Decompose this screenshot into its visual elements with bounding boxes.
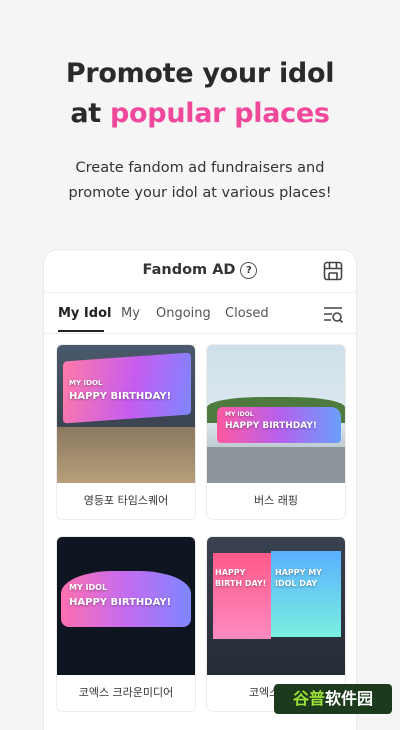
overlay-small-text: HAPPY BIRTH DAY! bbox=[215, 568, 267, 588]
overlay-small-text: MY IDOL bbox=[69, 583, 108, 592]
overlay-big-text: HAPPY BIRTHDAY! bbox=[69, 597, 172, 608]
help-icon[interactable]: ? bbox=[240, 262, 258, 279]
search-filter-icon[interactable] bbox=[322, 304, 344, 324]
overlay-small-text: MY IDOL bbox=[69, 379, 103, 387]
hero-subtitle-line1: Create fandom ad fundraisers and bbox=[75, 160, 325, 176]
overlay-big-text: HAPPY BIRTHDAY! bbox=[225, 421, 317, 431]
hero-subtitle-line2: promote your idol at various places! bbox=[68, 185, 332, 201]
building-floor bbox=[57, 427, 195, 483]
store-icon[interactable] bbox=[322, 260, 344, 282]
watermark-part1: 谷普 bbox=[292, 689, 325, 708]
place-thumbnail: MY IDOL HAPPY BIRTHDAY! bbox=[57, 345, 195, 483]
active-tab-indicator bbox=[58, 330, 104, 332]
hero-subtitle: Create fandom ad fundraisers and promote… bbox=[0, 156, 400, 206]
filter-tabs: My Idol My Ongoing Closed bbox=[44, 293, 356, 334]
card-header: Fandom AD? bbox=[44, 250, 356, 293]
tab-closed[interactable]: Closed bbox=[225, 306, 269, 321]
place-card-yeongdeungpo[interactable]: MY IDOL HAPPY BIRTHDAY! 영등포 타임스퀘어 bbox=[56, 344, 196, 520]
road-shape bbox=[207, 447, 345, 483]
place-card-coex-crown[interactable]: MY IDOL HAPPY BIRTHDAY! 코엑스 크라운미디어 bbox=[56, 536, 196, 712]
place-thumbnail: MY IDOL HAPPY BIRTHDAY! bbox=[57, 537, 195, 675]
hero-title-highlight: popular places bbox=[110, 98, 330, 129]
billboard-screen bbox=[63, 352, 191, 424]
place-caption: 영등포 타임스퀘어 bbox=[83, 494, 169, 507]
overlay-big-text: HAPPY BIRTHDAY! bbox=[69, 391, 172, 402]
place-caption: 버스 래핑 bbox=[254, 494, 298, 507]
overlay-big-text: HAPPY MY IDOL DAY bbox=[275, 568, 322, 588]
place-thumbnail: MY IDOL HAPPY BIRTHDAY! bbox=[207, 345, 345, 483]
place-thumbnail: HAPPY BIRTH DAY! HAPPY MY IDOL DAY bbox=[207, 537, 345, 675]
overlay-small-text: MY IDOL bbox=[225, 411, 254, 418]
tab-my-idol[interactable]: My Idol bbox=[58, 306, 111, 321]
tab-my[interactable]: My bbox=[121, 306, 140, 321]
tab-ongoing[interactable]: Ongoing bbox=[156, 306, 211, 321]
hero-title: Promote your idol at popular places bbox=[0, 54, 400, 134]
fandom-ad-card: Fandom AD? My Idol My Ongoing Closed MY … bbox=[44, 250, 356, 730]
place-card-bus[interactable]: MY IDOL HAPPY BIRTHDAY! 버스 래핑 bbox=[206, 344, 346, 520]
hero-section: Promote your idol at popular places Crea… bbox=[0, 54, 400, 206]
watermark-logo: 谷普软件园 bbox=[274, 684, 392, 714]
hero-title-prefix: at bbox=[70, 98, 111, 129]
card-title: Fandom AD? bbox=[44, 262, 356, 279]
hero-title-line1: Promote your idol bbox=[65, 58, 335, 89]
place-caption: 코엑스 크라운미디어 bbox=[78, 686, 174, 699]
watermark-part2: 软件园 bbox=[325, 689, 374, 708]
card-title-text: Fandom AD bbox=[142, 262, 236, 278]
billboard-screen-left bbox=[213, 553, 271, 639]
billboard-screen-right bbox=[271, 551, 341, 637]
